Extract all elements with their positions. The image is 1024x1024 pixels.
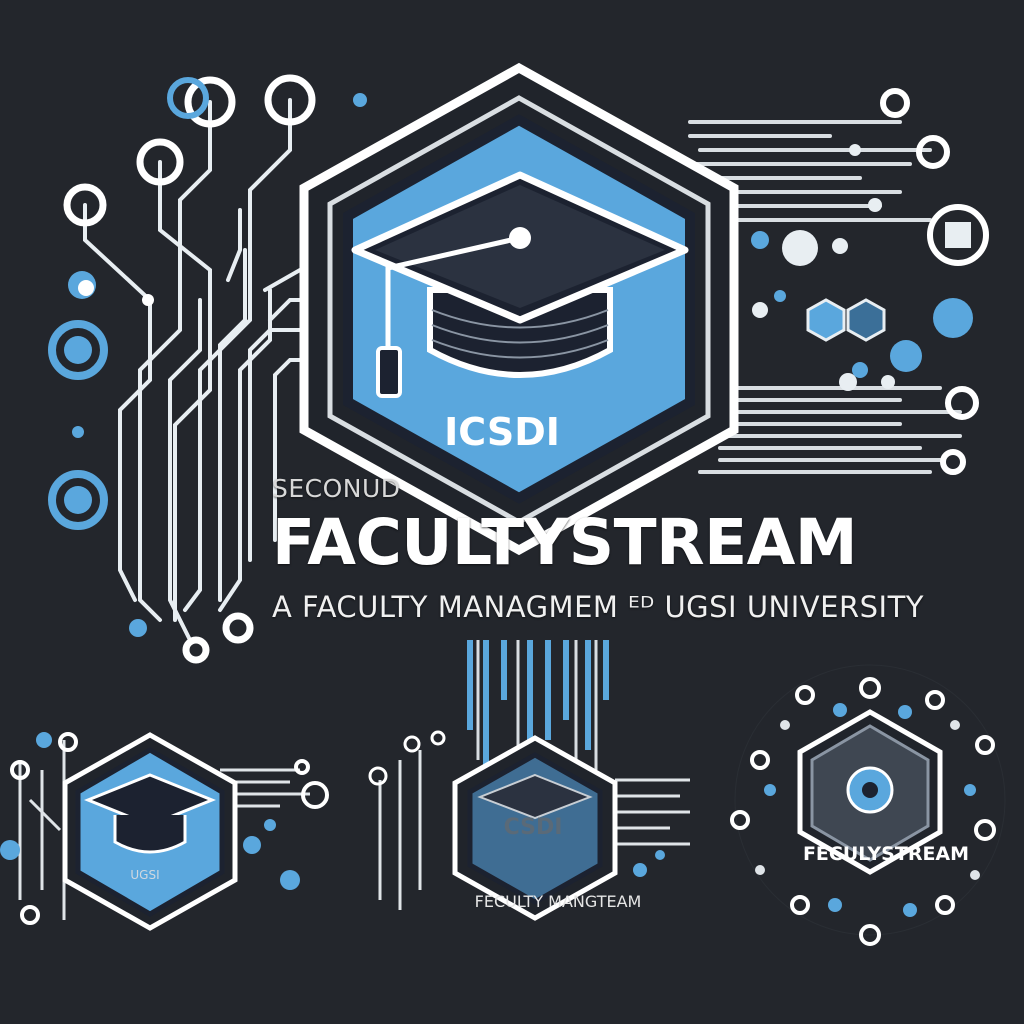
variant-1-emblem bbox=[0, 732, 329, 931]
variant-2-label: CSDI bbox=[503, 815, 563, 840]
variant-1-label: UGSI bbox=[130, 868, 160, 882]
logo-sheet: ICSDI SECONUD FACULTYSTREAM A FACULTY MA… bbox=[0, 0, 1024, 1024]
logo-title: FACULTYSTREAM bbox=[272, 506, 858, 579]
logo-kicker: SECONUD bbox=[272, 474, 401, 503]
logo-tagline: A FACULTY MANAGMEM ᴱᴰ UGSI UNIVERSITY bbox=[272, 590, 924, 624]
variant-3-emblem bbox=[730, 664, 1006, 946]
emblem-text: ICSDI bbox=[444, 410, 560, 454]
variant-2-caption: FECULTY MANGTEAM bbox=[474, 892, 642, 911]
variant-3-label: FECULYSTREAM bbox=[802, 843, 970, 865]
